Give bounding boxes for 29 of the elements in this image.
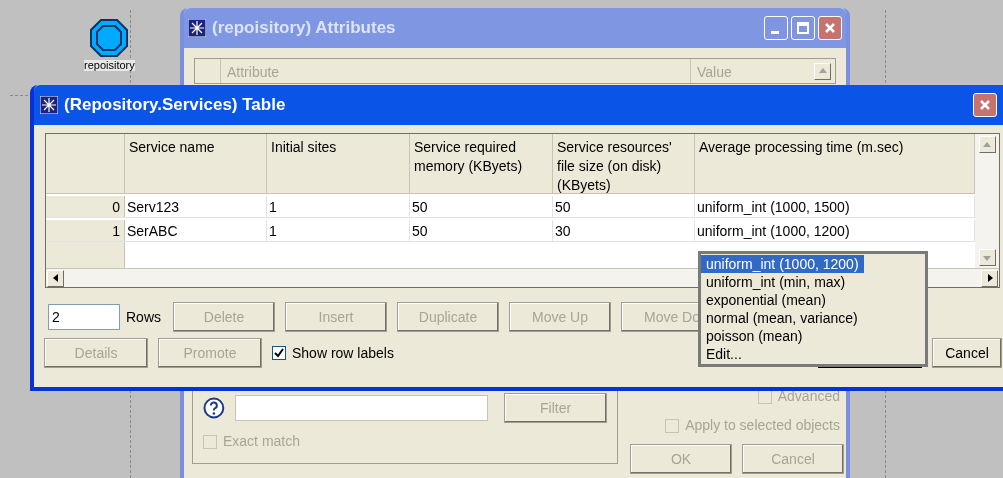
column-header[interactable]: Service resources' file size (on disk) (KByets) — [553, 134, 695, 194]
rows-field[interactable]: 2 — [48, 304, 120, 330]
row-label: 1 — [46, 220, 125, 241]
dropdown-item[interactable]: uniform_int (min, max) — [701, 273, 851, 291]
node-label: repoisitory — [84, 60, 135, 71]
checkbox-label: Exact match — [223, 432, 301, 451]
checkbox-label: Show row labels — [292, 343, 394, 363]
dropdown-item[interactable]: Edit... — [701, 345, 747, 363]
table-cell[interactable]: Serv123 — [125, 196, 267, 217]
window-title: (Repository.Services) Table — [64, 94, 287, 117]
column-header[interactable]: Initial sites — [267, 134, 410, 194]
table-cell[interactable]: 1 — [267, 196, 410, 217]
table-cell[interactable]: 30 — [553, 220, 695, 241]
table-cell[interactable]: SerABC — [125, 220, 267, 241]
rows-label: Rows — [126, 307, 161, 327]
table-cell[interactable]: 1 — [267, 220, 410, 241]
table-cell[interactable]: 50 — [410, 196, 553, 217]
cancel-button[interactable]: Cancel — [932, 338, 1002, 368]
column-header[interactable]: Service name — [125, 134, 267, 194]
row-label: 0 — [46, 196, 125, 217]
checkbox-label: Advanced — [777, 387, 840, 406]
table-cell[interactable]: 50 — [410, 220, 553, 241]
checkbox-label: Apply to selected objects — [685, 416, 840, 435]
window-title: (repoisitory) Attributes — [212, 17, 397, 40]
table-cell[interactable]: 50 — [553, 196, 695, 217]
header-cell: Attribute — [221, 59, 691, 83]
dropdown-item[interactable]: uniform_int (1000, 1200) — [701, 255, 864, 273]
header-cell-text: Value — [696, 63, 733, 82]
column-header[interactable]: Service required memory (KByets) — [410, 134, 553, 194]
